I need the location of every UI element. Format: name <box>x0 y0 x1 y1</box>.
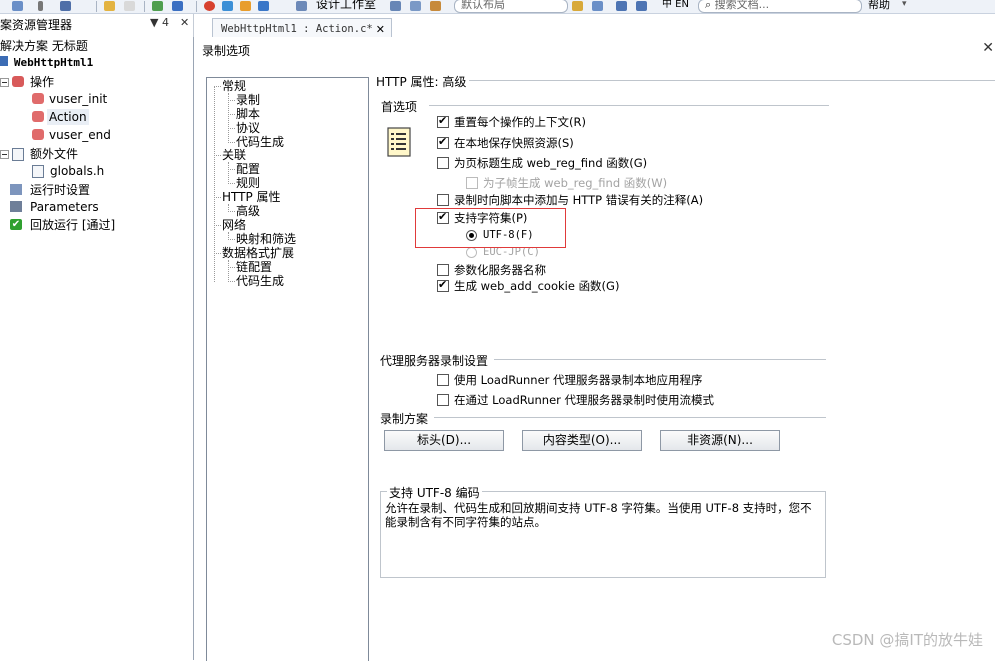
recording-options-dialog: 录制选项 ✕ 常规 录制 脚本 协议 代码生成 关联 配置 规则 HTTP 属性 <box>193 37 995 661</box>
record-icon[interactable] <box>172 1 183 11</box>
workspace-icon[interactable] <box>296 1 307 11</box>
nav-script[interactable]: 脚本 <box>236 107 260 121</box>
window-icon[interactable] <box>636 1 647 11</box>
compile-icon[interactable] <box>152 1 163 11</box>
checkbox[interactable] <box>437 278 449 292</box>
collapse-icon[interactable] <box>0 150 9 159</box>
collapse-icon[interactable] <box>0 78 9 87</box>
undo-icon[interactable] <box>104 1 115 11</box>
settings-icon <box>10 184 22 195</box>
help-menu[interactable]: 帮助 <box>868 0 890 11</box>
action-icon <box>32 129 44 140</box>
action-icon <box>32 93 44 104</box>
language-toggle[interactable]: 中 EN <box>662 0 689 11</box>
explorer-pin-icon[interactable]: ▼ 4 <box>150 16 169 29</box>
project-icon <box>0 56 8 66</box>
search-icon: ⌕ <box>705 0 715 11</box>
options-nav-tree: 常规 录制 脚本 协议 代码生成 关联 配置 规则 HTTP 属性 高级 网络 … <box>206 77 369 661</box>
nav-recording[interactable]: 录制 <box>236 93 260 107</box>
main-toolbar: 设计工作室 默认布局 中 EN ⌕ 搜索文档... 帮助 ▾ <box>0 0 995 14</box>
design-workspace-button[interactable]: 设计工作室 <box>316 0 376 11</box>
preferences-list-icon <box>387 127 411 157</box>
parameters-icon <box>10 201 22 212</box>
extra-files-icon <box>12 148 24 161</box>
checkbox[interactable] <box>437 264 449 276</box>
proxy-section-title: 代理服务器录制设置 <box>380 354 489 368</box>
nav-code-generation-2[interactable]: 代码生成 <box>236 274 284 288</box>
step-icon[interactable] <box>240 1 251 11</box>
actions-folder-icon <box>12 76 24 87</box>
checkbox[interactable] <box>437 194 449 206</box>
save-icon[interactable] <box>60 1 71 11</box>
layout-combo[interactable]: 默认布局 <box>454 0 568 13</box>
checkbox <box>466 177 478 189</box>
nav-http-properties[interactable]: HTTP 属性 <box>222 190 281 204</box>
description-box: 支持 UTF-8 编码 允许在录制、代码生成和回放期间支持 UTF-8 字符集。… <box>380 484 826 578</box>
description-text: 允许在录制、代码生成和回放期间支持 UTF-8 字符集。当使用 UTF-8 支持… <box>385 501 812 529</box>
schemes-section-title: 录制方案 <box>380 412 429 426</box>
document-icon[interactable] <box>12 1 23 11</box>
watermark-text: CSDN @搞IT的放牛娃 <box>831 631 983 649</box>
dialog-close-icon[interactable]: ✕ <box>982 40 994 56</box>
nav-chain-configuration[interactable]: 链配置 <box>236 260 272 274</box>
checkbox[interactable] <box>437 374 449 386</box>
header-file-icon <box>32 165 44 178</box>
nav-general[interactable]: 常规 <box>222 79 246 93</box>
radio <box>466 247 477 258</box>
checkbox[interactable] <box>437 114 449 128</box>
redo-icon[interactable] <box>124 1 135 11</box>
dialog-title: 录制选项 <box>202 44 251 58</box>
nav-configuration[interactable]: 配置 <box>236 162 260 176</box>
non-resources-button[interactable]: 非资源(N)... <box>660 430 780 451</box>
panel-title: HTTP 属性: 高级 <box>376 75 467 89</box>
nav-correlation[interactable]: 关联 <box>222 148 246 162</box>
nav-data-format-extension[interactable]: 数据格式扩展 <box>222 246 294 260</box>
help-dropdown-icon[interactable]: ▾ <box>902 0 907 11</box>
charset-highlight-box <box>415 208 566 248</box>
nav-rules[interactable]: 规则 <box>236 176 260 190</box>
action-action[interactable]: Action <box>32 109 92 125</box>
checkbox[interactable] <box>437 394 449 406</box>
run-icon[interactable] <box>222 1 233 11</box>
solution-explorer: 案资源管理器 ▼ 4 ✕ 解决方案 无标题 WebHttpHtml1 操作 vu… <box>0 14 194 660</box>
nav-advanced[interactable]: 高级 <box>236 204 260 218</box>
grid-icon[interactable] <box>616 1 627 11</box>
description-title: 支持 UTF-8 编码 <box>387 484 482 501</box>
action-icon <box>32 111 44 122</box>
preferences-section-title: 首选项 <box>381 100 418 114</box>
headers-button[interactable]: 标头(D)... <box>384 430 504 451</box>
content-types-button[interactable]: 内容类型(O)... <box>522 430 642 451</box>
play-icon[interactable] <box>258 1 269 11</box>
search-input[interactable]: ⌕ 搜索文档... <box>698 0 862 13</box>
nav-network[interactable]: 网络 <box>222 218 246 232</box>
checkbox[interactable] <box>437 135 449 149</box>
layout-icon[interactable] <box>430 1 441 11</box>
copy-icon[interactable] <box>410 1 421 11</box>
checkbox[interactable] <box>437 157 449 169</box>
dropdown-arrow-icon[interactable] <box>38 1 43 11</box>
nav-code-generation[interactable]: 代码生成 <box>236 135 284 149</box>
stop-record-icon[interactable] <box>204 1 215 11</box>
search-placeholder: 搜索文档... <box>714 0 770 11</box>
explorer-close-icon[interactable]: ✕ <box>180 16 189 29</box>
project-node[interactable]: WebHttpHtml1 <box>0 54 93 70</box>
nav-mapping-filtering[interactable]: 映射和筛选 <box>236 232 296 246</box>
pin-icon[interactable] <box>572 1 583 11</box>
nav-protocol[interactable]: 协议 <box>236 121 260 135</box>
tools-icon[interactable] <box>592 1 603 11</box>
list-icon[interactable] <box>390 1 401 11</box>
explorer-title: 案资源管理器 <box>0 18 73 32</box>
solution-node[interactable]: 解决方案 无标题 <box>0 38 88 54</box>
check-icon: ✔ <box>10 219 22 230</box>
